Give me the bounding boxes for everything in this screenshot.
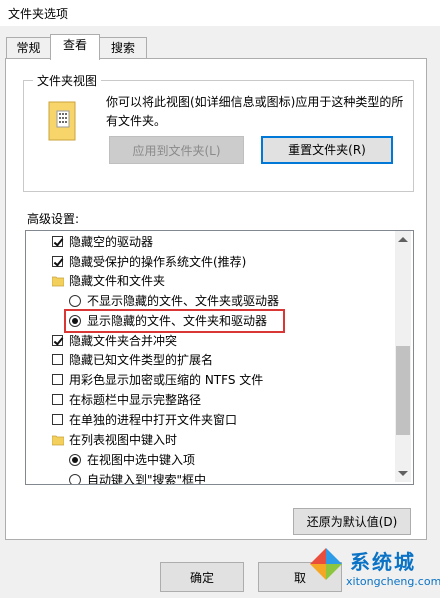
radio-type-into-search[interactable] [69, 474, 81, 484]
advanced-settings-list[interactable]: 隐藏空的驱动器 隐藏受保护的操作系统文件(推荐) 隐藏文件和文件夹 不显示隐藏的… [25, 230, 414, 485]
folder-icon [52, 276, 64, 287]
watermark-url: xitongcheng.com [346, 575, 440, 588]
radio-dont-show-hidden[interactable] [69, 295, 81, 307]
list-item-label: 在单独的进程中打开文件夹窗口 [69, 413, 238, 427]
window-title: 文件夹选项 [8, 7, 69, 21]
list-item-label: 自动键入到"搜索"框中 [87, 473, 207, 485]
checkbox-hide-empty-drives[interactable] [52, 236, 63, 247]
list-item-label: 在标题栏中显示完整路径 [69, 393, 202, 407]
radio-select-typed[interactable] [69, 454, 81, 466]
scrollbar-thumb[interactable] [396, 346, 410, 435]
reset-folders-button[interactable]: 重置文件夹(R) [261, 136, 393, 164]
list-item-label: 隐藏文件和文件夹 [69, 274, 166, 288]
list-item-label: 隐藏文件夹合并冲突 [69, 334, 178, 348]
title-bar: 文件夹选项 [0, 0, 440, 26]
checkbox-hide-protected-files[interactable] [52, 256, 63, 267]
checkbox-hide-merge-conflicts[interactable] [52, 335, 63, 346]
watermark-logo-icon [310, 548, 342, 580]
folder-icon [52, 435, 64, 446]
checkbox-full-path-title[interactable] [52, 394, 63, 405]
restore-defaults-button[interactable]: 还原为默认值(D) [293, 508, 411, 535]
vertical-scrollbar[interactable] [395, 231, 411, 482]
watermark-name: 系统城 [350, 550, 416, 574]
scroll-up-icon[interactable] [398, 237, 408, 242]
folder-views-label: 文件夹视图 [33, 72, 102, 89]
list-item-label: 在视图中选中键入项 [87, 453, 196, 467]
list-item-label: 隐藏已知文件类型的扩展名 [69, 353, 214, 367]
list-item-label: 用彩色显示加密或压缩的 NTFS 文件 [69, 373, 264, 387]
checkbox-separate-process[interactable] [52, 414, 63, 425]
list-item-label: 隐藏受保护的操作系统文件(推荐) [69, 255, 247, 269]
tab-general[interactable]: 常规 [6, 37, 51, 59]
folder-views-description: 你可以将此视图(如详细信息或图标)应用于这种类型的所有文件夹。 [106, 95, 404, 128]
checkbox-color-ntfs[interactable] [52, 374, 63, 385]
tab-view[interactable]: 查看 [50, 34, 100, 60]
ok-button[interactable]: 确定 [160, 562, 244, 592]
apply-to-folders-button[interactable]: 应用到文件夹(L) [109, 136, 244, 164]
list-item-label: 隐藏空的驱动器 [69, 235, 154, 249]
tab-search[interactable]: 搜索 [99, 37, 147, 59]
scroll-down-icon[interactable] [398, 471, 408, 476]
highlight-box [64, 309, 285, 333]
checkbox-hide-extensions[interactable] [52, 354, 63, 365]
folder-document-icon [48, 101, 76, 141]
list-item-label: 在列表视图中键入时 [69, 433, 178, 447]
advanced-settings-label: 高级设置: [27, 212, 80, 226]
